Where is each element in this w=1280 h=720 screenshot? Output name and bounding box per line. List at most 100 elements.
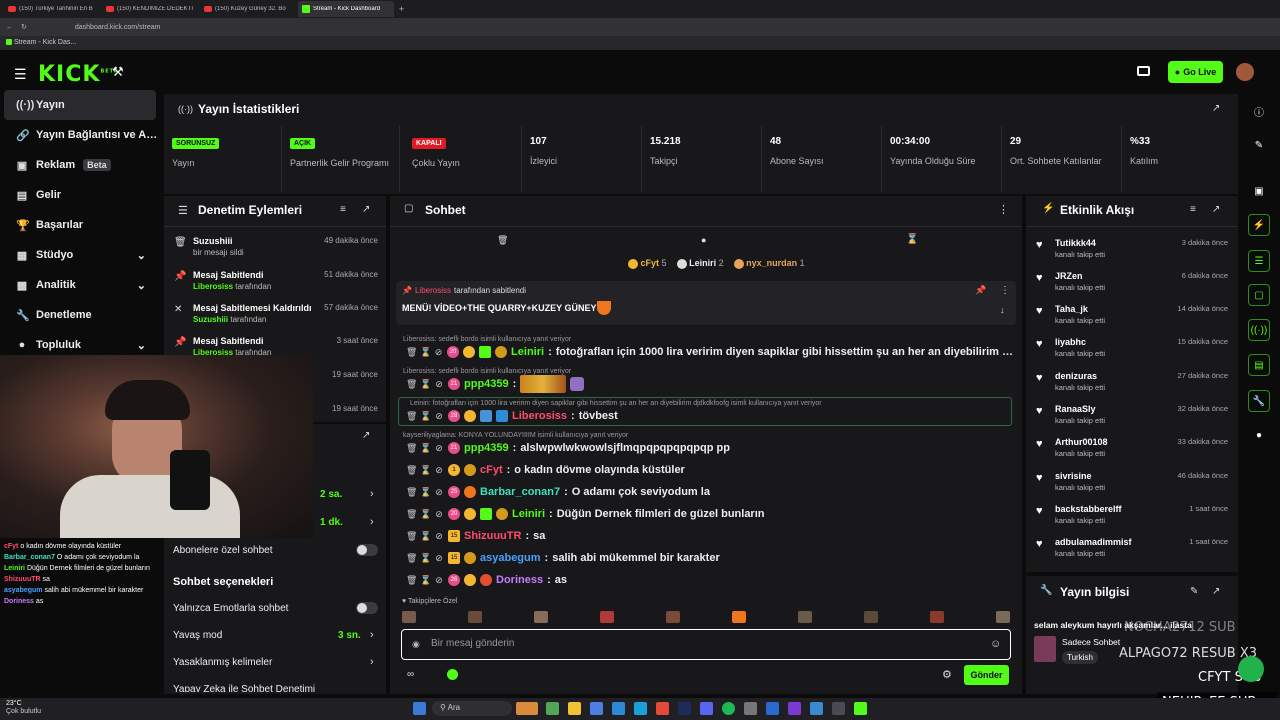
chat-message[interactable]: 🗑 ⌛ ⊘ 15 ShizuuuTR: sa [398,526,1016,546]
timeout-icon[interactable]: ⌛ [420,379,431,390]
trash-icon[interactable]: 🗑 [406,531,417,542]
chevron-right-icon[interactable]: › [370,629,374,641]
chat-message[interactable]: 🗑 ⌛ ⊘ 28 Liberosiss: tövbest [398,406,1016,426]
chat-message[interactable]: 🗑 ⌛ ⊘ 20 Leiniri: Düğün Dernek filmleri de gü… [398,504,1016,524]
timeout-icon[interactable]: ⌛ [420,411,431,422]
back-icon[interactable]: ← [6,24,13,31]
weather-widget[interactable]: 23°C Çok bulutlu [6,700,41,716]
app-icon[interactable] [788,702,801,715]
ban-icon[interactable]: ⊘ [434,443,444,454]
folder-icon[interactable] [568,702,581,715]
edit-icon[interactable]: ✎ [1190,586,1198,597]
timeout-icon[interactable]: ⌛ [420,553,431,564]
chat-message[interactable]: 🗑 ⌛ ⊘ 21 ppp4359: [398,374,1016,394]
windows-start-icon[interactable] [413,702,426,715]
category-name[interactable]: Sadece Sohbet [1062,637,1120,647]
browser-tab[interactable]: (150) KENDIMIZE DEDEKTİ [102,1,198,17]
app-icon[interactable] [744,702,757,715]
sidebar-item-basarilar[interactable]: 🏆 Başarılar [0,210,160,240]
edit-icon[interactable]: ✎ [1248,134,1270,156]
trash-icon[interactable]: 🗑 [406,509,417,520]
wrench-icon[interactable]: 🔧 [1248,390,1270,412]
chevron-right-icon[interactable]: › [370,656,374,668]
xbox-icon[interactable] [546,702,559,715]
new-tab-icon[interactable]: + [399,4,404,14]
emoji-icon[interactable]: ☺ [990,638,1001,650]
emotes-only-toggle[interactable] [356,602,378,614]
trash-icon[interactable]: 🗑 [406,443,417,454]
chat-message[interactable]: 🗑 ⌛ ⊘ 21 ppp4359: alslwpwlwkwowlsjflmqpqpqpqp… [398,438,1016,458]
top-chatter[interactable]: Leiniri 2 [676,258,724,269]
ban-icon[interactable]: ⊘ [434,531,444,542]
menu-icon[interactable]: ☰ [14,66,27,83]
send-button[interactable]: Gönder [964,665,1009,685]
ban-icon[interactable]: ⊘ [434,487,444,498]
app-icon[interactable] [810,702,823,715]
broadcast-icon[interactable]: ((·)) [1248,319,1270,341]
layout-icon[interactable]: ▣ [1248,180,1270,202]
steam-icon[interactable] [832,702,845,715]
speech-bubble-icon[interactable]: ● [701,235,706,245]
ban-icon[interactable]: ⊘ [434,575,444,586]
studio-icon[interactable] [1137,66,1150,76]
timeout-icon[interactable]: ⌛ [420,531,431,542]
kick-logo[interactable]: KICKBETA [38,62,119,87]
trash-icon[interactable]: 🗑 [406,411,417,422]
mod-row[interactable]: ✕ Mesaj Sabitlemesi Kaldırıldı Suzushiii t… [172,299,382,331]
emote[interactable] [666,611,680,623]
chevron-right-icon[interactable]: › [370,516,374,528]
sidebar-item-yayin[interactable]: ((·)) Yayın [4,90,156,120]
popout-icon[interactable]: ↗ [362,430,370,441]
ban-icon[interactable]: ⊘ [434,379,444,390]
banned-words-label[interactable]: Yasaklanmış kelimeler [173,657,272,668]
mail-icon[interactable] [612,702,625,715]
taskbar-search[interactable]: ⚲ Ara [432,701,512,716]
chat-icon[interactable]: ▢ [1248,284,1270,306]
ban-icon[interactable]: ⊘ [434,553,444,564]
bookmark-item[interactable]: Stream - Kick Das... [14,39,76,46]
ban-icon[interactable]: ⊘ [434,509,444,520]
chat-message[interactable]: 🗑 ⌛ ⊘ 25 Barbar_conan7: O adamı çok seviyodum… [398,482,1016,502]
hammer-icon[interactable]: ⚒ [112,64,124,80]
avatar[interactable] [1236,63,1254,81]
trash-icon[interactable]: 🗑 [406,347,417,358]
popout-icon[interactable]: ↗ [1212,204,1220,215]
top-chatter[interactable]: nyx_nurdan 1 [733,258,805,269]
trash-icon[interactable]: 🗑 [406,487,417,498]
sidebar-item-gelir[interactable]: ▤ Gelir [0,180,160,210]
ban-icon[interactable]: ⊘ [434,347,443,358]
lightning-icon[interactable]: ⚡ [1248,214,1270,236]
emote[interactable] [996,611,1010,623]
popout-icon[interactable]: ↗ [1212,103,1220,114]
sidebar-item-denetleme[interactable]: 🔧 Denetleme [0,300,160,330]
popout-icon[interactable]: ↗ [1212,586,1220,597]
timeout-icon[interactable]: ⌛ [420,509,431,520]
emote[interactable] [732,611,746,623]
chat-message[interactable]: 🗑 ⌛ ⊘ 1 cFyt: o kadın dövme olayında küstüler [398,460,1016,480]
chevron-right-icon[interactable]: › [370,488,374,500]
discord-icon[interactable] [700,702,713,715]
community-icon[interactable]: ● [1248,424,1270,446]
widgets-icon[interactable] [516,702,538,715]
trash-icon[interactable]: 🗑 [406,575,417,586]
app-icon[interactable] [766,702,779,715]
filter-icon[interactable]: ≡ [1190,204,1196,215]
ban-icon[interactable]: ⊘ [434,465,444,476]
popout-icon[interactable]: ↗ [362,204,370,215]
sidebar-item-reklam[interactable]: ▣ Reklam Beta [0,150,160,180]
ai-moderation-label[interactable]: Yapay Zeka ile Sohbet Denetimi [173,684,363,692]
sidebar-item-analitik[interactable]: ▩ Analitik ⌄ [0,270,160,300]
timeout-icon[interactable]: ⌛ [420,443,431,454]
filter-icon[interactable]: ≡ [340,204,346,215]
trash-icon[interactable]: 🗑 [406,379,417,390]
emote[interactable] [600,611,614,623]
subs-only-toggle[interactable] [356,544,378,556]
browser-tab-active[interactable]: Stream - Kick Dashboard [298,1,394,17]
sidebar-item-studyo[interactable]: ▦ Stüdyo ⌄ [0,240,160,270]
sidebar-item-stream-key[interactable]: 🔗Yayın Bağlantısı ve Anahtar [0,120,160,150]
expand-icon[interactable]: ↓ [1000,305,1005,315]
url-text[interactable]: dashboard.kick.com/stream [75,24,161,31]
timeout-icon[interactable]: ⌛ [420,347,431,358]
mod-row[interactable]: 📌 Mesaj Sabitlendi Liberosiss tarafından 51… [172,266,382,298]
timeout-icon[interactable]: ⌛ [420,465,431,476]
